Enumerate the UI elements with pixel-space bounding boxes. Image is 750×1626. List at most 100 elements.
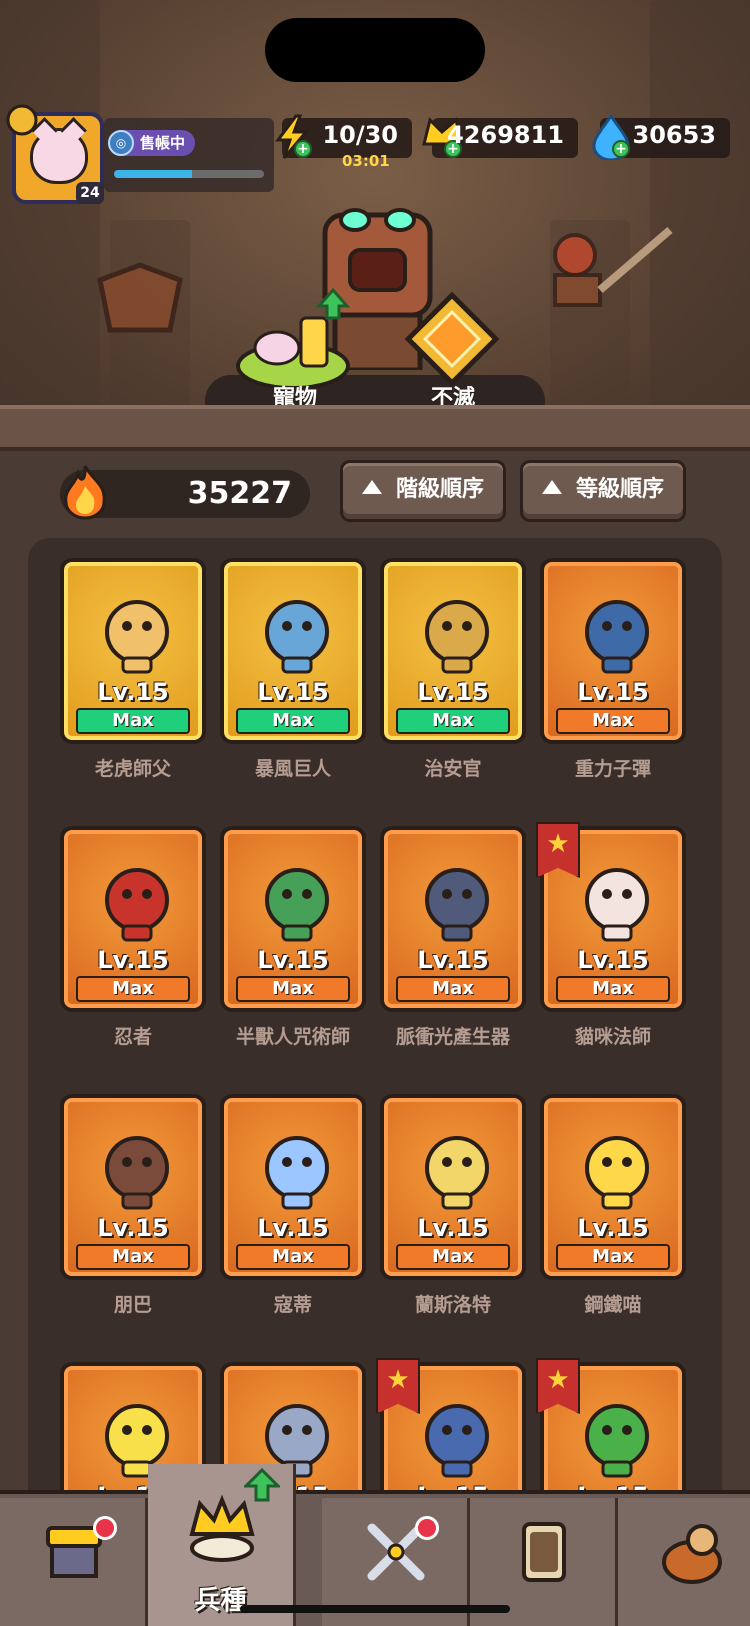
notification-dot: [93, 1516, 117, 1540]
combat-power-value: 35227: [187, 476, 292, 511]
ninja-jester-icon: [105, 868, 169, 942]
max-badge: Max: [76, 976, 190, 1002]
hero-name: 重力子彈: [574, 758, 651, 780]
top-hat-villain-icon: [425, 1404, 489, 1478]
gold-value: 4269811: [447, 121, 564, 149]
hero-card[interactable]: Lv.15 Max: [540, 558, 686, 744]
hero-name: 貓咪法師: [574, 1026, 651, 1048]
energy-counter[interactable]: + 10/30 03:01: [275, 114, 412, 170]
hero-level: Lv.15: [257, 946, 329, 974]
gem-counter[interactable]: + 30653: [592, 114, 730, 160]
star-flag-icon: ★: [536, 822, 580, 878]
broken-armor-icon: [97, 262, 183, 333]
frost-mage-icon: [265, 1136, 329, 1210]
hero-level: Lv.15: [577, 678, 649, 706]
add-energy-button[interactable]: +: [294, 140, 312, 158]
max-badge: Max: [396, 976, 510, 1002]
hero-level: Lv.15: [97, 946, 169, 974]
add-gem-button[interactable]: +: [612, 140, 630, 158]
combat-power: 35227: [60, 465, 310, 520]
camera-notch: [265, 18, 485, 82]
upgrade-arrow-icon: [244, 1468, 280, 1502]
hero-name: 鋼鐵喵: [584, 1294, 642, 1316]
hero-level: Lv.15: [257, 1214, 329, 1242]
gem-value: 30653: [632, 121, 717, 149]
sword-warrior-icon: [553, 226, 673, 307]
hero-level: Lv.15: [417, 1214, 489, 1242]
max-badge: Max: [556, 708, 670, 734]
nav-shop[interactable]: [0, 1498, 148, 1626]
hero-name: 老虎師父: [94, 758, 171, 780]
hero-level: Lv.15: [417, 946, 489, 974]
sheriff-icon: [425, 600, 489, 674]
hero-name: 治安官: [424, 758, 482, 780]
max-badge: Max: [396, 708, 510, 734]
gear-medal-icon: [6, 104, 38, 136]
hero-name: 朋巴: [113, 1294, 152, 1316]
iron-cat-icon: [585, 1136, 649, 1210]
sort-by-grade-button[interactable]: 階級順序: [340, 460, 506, 522]
card-icon: [522, 1522, 566, 1582]
hero-name: 半獸人咒術師: [235, 1026, 350, 1048]
hero-level: Lv.15: [97, 1214, 169, 1242]
hero-card[interactable]: Lv.15 Max: [220, 1094, 366, 1280]
hero-level: Lv.15: [577, 946, 649, 974]
hero-card[interactable]: Lv.15 Max: [60, 1094, 206, 1280]
hero-card[interactable]: Lv.15 Max: [60, 558, 206, 744]
hero-card[interactable]: Lv.15 Max: [220, 558, 366, 744]
graviton-bullet-icon: [585, 600, 649, 674]
hero-name: 脈衝光產生器: [395, 1026, 510, 1048]
hero-card[interactable]: ★ Lv.15 Max: [536, 822, 686, 1012]
cat-wizard-icon: [585, 868, 649, 942]
star-flag-icon: ★: [536, 1358, 580, 1414]
orc-shaman-icon: [265, 868, 329, 942]
stone-ledge: [0, 405, 750, 451]
exp-bar: [114, 170, 264, 178]
gold-counter[interactable]: + 4269811: [422, 117, 578, 158]
energy-value: 10/30: [322, 121, 398, 149]
bomba-brute-icon: [105, 1136, 169, 1210]
tiger-master-icon: [105, 600, 169, 674]
notification-dot: [415, 1516, 439, 1540]
pulse-generator-icon: [425, 868, 489, 942]
flame-icon: [64, 465, 106, 520]
max-badge: Max: [236, 708, 350, 734]
max-badge: Max: [236, 1244, 350, 1270]
home-indicator[interactable]: [240, 1605, 510, 1613]
hero-name: 暴風巨人: [254, 758, 331, 780]
battle-scene: 售帳中 ◎ 24 + 10/30 03:01 + 4269811 + 30653: [0, 0, 750, 440]
player-level: 24: [76, 182, 104, 204]
storm-giant-icon: [265, 600, 329, 674]
nav-items[interactable]: [618, 1498, 750, 1626]
sort-triangle-icon: [541, 480, 562, 494]
exp-fill: [114, 170, 192, 178]
sort-triangle-icon: [361, 480, 382, 494]
hero-card[interactable]: Lv.15 Max: [540, 1094, 686, 1280]
max-badge: Max: [76, 1244, 190, 1270]
sort-by-level-button[interactable]: 等級順序: [520, 460, 686, 522]
star-flag-icon: ★: [376, 1358, 420, 1414]
hero-level: Lv.15: [257, 678, 329, 706]
diamond-emblem-icon: [404, 292, 500, 387]
hero-level: Lv.15: [97, 678, 169, 706]
energy-timer: 03:01: [342, 152, 390, 170]
max-badge: Max: [556, 1244, 670, 1270]
hero-card[interactable]: Lv.15 Max: [380, 826, 526, 1012]
hero-card[interactable]: Lv.15 Max: [220, 826, 366, 1012]
stone-pillar: [650, 0, 750, 420]
sort-level-label: 等級順序: [575, 477, 664, 502]
hero-name: 蘭斯洛特: [414, 1294, 491, 1316]
hero-name: 寇蒂: [273, 1294, 312, 1316]
hero-card[interactable]: Lv.15 Max: [380, 1094, 526, 1280]
max-badge: Max: [76, 708, 190, 734]
max-badge: Max: [556, 976, 670, 1002]
player-profile[interactable]: 售帳中 ◎ 24: [4, 100, 274, 212]
bag-icon: [662, 1524, 722, 1584]
crown-icon: [189, 1494, 255, 1562]
hero-level: Lv.15: [577, 1214, 649, 1242]
hero-card[interactable]: Lv.15 Max: [380, 558, 526, 744]
sort-grade-label: 階級順序: [395, 477, 484, 502]
hero-card[interactable]: Lv.15 Max: [60, 826, 206, 1012]
max-badge: Max: [236, 976, 350, 1002]
nav-units[interactable]: 兵種: [148, 1464, 296, 1626]
